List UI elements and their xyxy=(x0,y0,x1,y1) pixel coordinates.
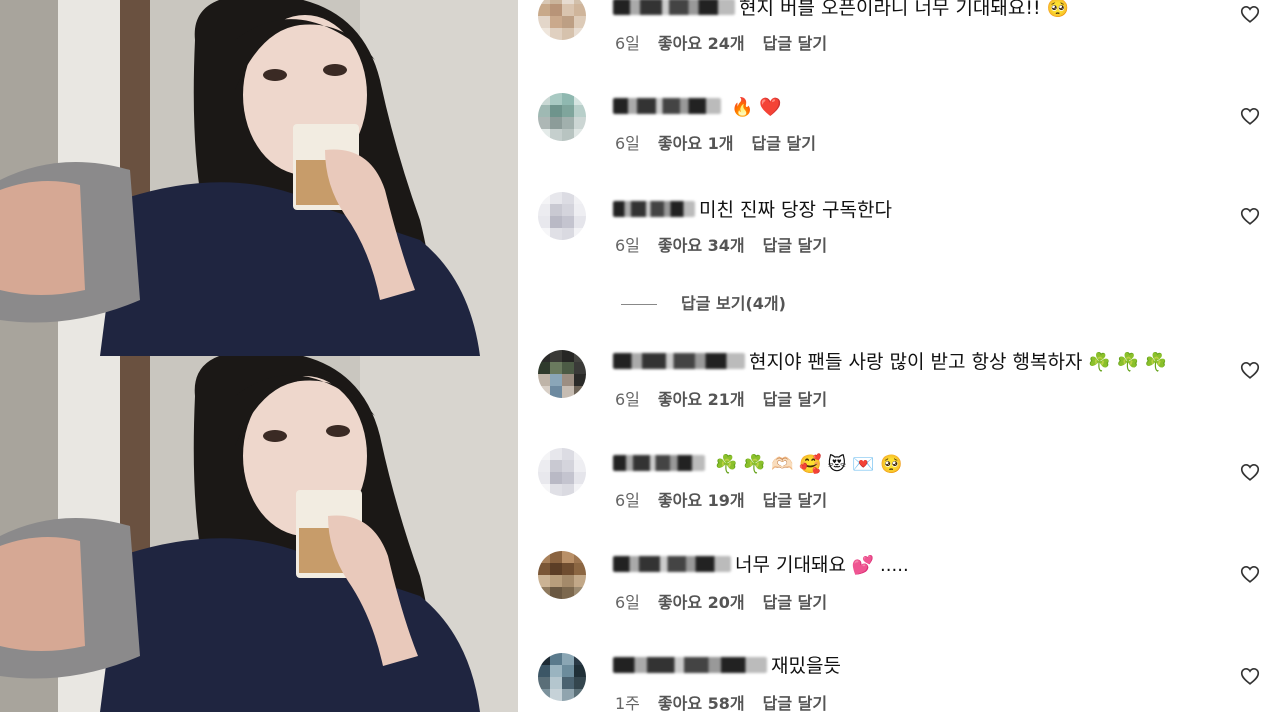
reply-button[interactable]: 답글 달기 xyxy=(763,694,827,712)
comment-item: 현지 버블 오픈이라니 너무 기대돼요!! 🥺 6일 좋아요 24개 답글 달기 xyxy=(518,0,1280,80)
comment-time: 6일 xyxy=(615,390,640,409)
like-count[interactable]: 좋아요 58개 xyxy=(658,694,745,712)
comment-time: 6일 xyxy=(615,491,640,510)
reply-button[interactable]: 답글 달기 xyxy=(763,34,827,53)
reply-button[interactable]: 답글 달기 xyxy=(763,593,827,612)
comment-text: 재밌을듯 xyxy=(771,655,841,677)
comments-panel: 현지 버블 오픈이라니 너무 기대돼요!! 🥺 6일 좋아요 24개 답글 달기 🔥 … xyxy=(518,0,1280,712)
comment-text-line: 🔥 ❤️ xyxy=(613,95,782,120)
comment-emoji: 🥺 xyxy=(1046,0,1070,19)
replies-divider xyxy=(621,304,657,305)
comment-text: 너무 기대돼요 xyxy=(735,554,846,576)
comment-emoji: 🔥 ❤️ xyxy=(731,97,782,118)
avatar[interactable] xyxy=(538,0,586,40)
comment-meta: 6일 좋아요 34개 답글 달기 xyxy=(615,236,827,256)
comment-text-line: 재밌을듯 xyxy=(613,654,847,679)
like-count[interactable]: 좋아요 19개 xyxy=(658,491,745,510)
heart-outline-icon[interactable] xyxy=(1239,3,1261,25)
avatar[interactable] xyxy=(538,350,586,398)
comment-emoji: 💕 ..... xyxy=(851,555,909,576)
username-blurred[interactable] xyxy=(613,201,695,217)
reply-button[interactable]: 답글 달기 xyxy=(752,134,816,153)
avatar[interactable] xyxy=(538,551,586,599)
comment-item: ☘️ ☘️ 🫶🏻 🥰 😻 💌 🥺 6일 좋아요 19개 답글 달기 xyxy=(518,444,1280,524)
post-photo-2 xyxy=(0,356,518,712)
comment-meta: 6일 좋아요 24개 답글 달기 xyxy=(615,34,827,54)
heart-outline-icon[interactable] xyxy=(1239,461,1261,483)
avatar[interactable] xyxy=(538,93,586,141)
comment-text: 미친 진짜 당장 구독한다 xyxy=(699,199,892,221)
comment-item: 미친 진짜 당장 구독한다 6일 좋아요 34개 답글 달기 xyxy=(518,188,1280,268)
comment-text: 현지 버블 오픈이라니 너무 기대돼요!! xyxy=(739,0,1041,19)
comment-emoji: ☘️ ☘️ ☘️ xyxy=(1088,352,1168,373)
username-blurred[interactable] xyxy=(613,556,731,572)
heart-outline-icon[interactable] xyxy=(1239,205,1261,227)
comment-emoji: ☘️ ☘️ 🫶🏻 🥰 😻 💌 🥺 xyxy=(715,454,903,475)
photo-panel xyxy=(0,0,518,712)
reply-button[interactable]: 답글 달기 xyxy=(763,390,827,409)
avatar[interactable] xyxy=(538,448,586,496)
comment-item: 현지야 팬들 사랑 많이 받고 항상 행복하자 ☘️ ☘️ ☘️ 6일 좋아요 21… xyxy=(518,342,1280,422)
username-blurred[interactable] xyxy=(613,0,735,15)
comment-time: 6일 xyxy=(615,34,640,53)
view-replies-button[interactable]: 답글 보기(4개) xyxy=(621,290,786,314)
comment-text: 현지야 팬들 사랑 많이 받고 항상 행복하자 xyxy=(749,351,1083,373)
reply-button[interactable]: 답글 달기 xyxy=(763,491,827,510)
reply-button[interactable]: 답글 달기 xyxy=(763,236,827,255)
comment-meta: 1주 좋아요 58개 답글 달기 xyxy=(615,694,827,712)
avatar[interactable] xyxy=(538,653,586,701)
post-photo-1 xyxy=(0,0,518,356)
comment-time: 6일 xyxy=(615,593,640,612)
comment-text-line: 현지 버블 오픈이라니 너무 기대돼요!! 🥺 xyxy=(613,0,1069,21)
comment-text-line: 미친 진짜 당장 구독한다 xyxy=(613,198,898,223)
comment-time: 6일 xyxy=(615,236,640,255)
comment-item: 🔥 ❤️ 6일 좋아요 1개 답글 달기 xyxy=(518,88,1280,168)
comment-meta: 6일 좋아요 21개 답글 달기 xyxy=(615,390,827,410)
comment-time: 6일 xyxy=(615,134,640,153)
avatar[interactable] xyxy=(538,192,586,240)
username-blurred[interactable] xyxy=(613,98,721,114)
comment-meta: 6일 좋아요 19개 답글 달기 xyxy=(615,491,827,511)
heart-outline-icon[interactable] xyxy=(1239,563,1261,585)
view-replies-label: 답글 보기(4개) xyxy=(681,294,786,313)
like-count[interactable]: 좋아요 20개 xyxy=(658,593,745,612)
comment-text-line: 너무 기대돼요 💕 ..... xyxy=(613,553,909,578)
like-count[interactable]: 좋아요 24개 xyxy=(658,34,745,53)
like-count[interactable]: 좋아요 21개 xyxy=(658,390,745,409)
comment-item: 재밌을듯 1주 좋아요 58개 답글 달기 xyxy=(518,648,1280,712)
heart-outline-icon[interactable] xyxy=(1239,105,1261,127)
like-count[interactable]: 좋아요 34개 xyxy=(658,236,745,255)
comment-text-line: ☘️ ☘️ 🫶🏻 🥰 😻 💌 🥺 xyxy=(613,452,903,477)
comment-meta: 6일 좋아요 20개 답글 달기 xyxy=(615,593,827,613)
username-blurred[interactable] xyxy=(613,455,705,471)
comment-text-line: 현지야 팬들 사랑 많이 받고 항상 행복하자 ☘️ ☘️ ☘️ xyxy=(613,350,1167,375)
heart-outline-icon[interactable] xyxy=(1239,665,1261,687)
comment-item: 너무 기대돼요 💕 ..... 6일 좋아요 20개 답글 달기 xyxy=(518,546,1280,626)
comment-time: 1주 xyxy=(615,694,640,712)
username-blurred[interactable] xyxy=(613,353,745,369)
comment-meta: 6일 좋아요 1개 답글 달기 xyxy=(615,134,816,154)
heart-outline-icon[interactable] xyxy=(1239,359,1261,381)
like-count[interactable]: 좋아요 1개 xyxy=(658,134,734,153)
username-blurred[interactable] xyxy=(613,657,767,673)
